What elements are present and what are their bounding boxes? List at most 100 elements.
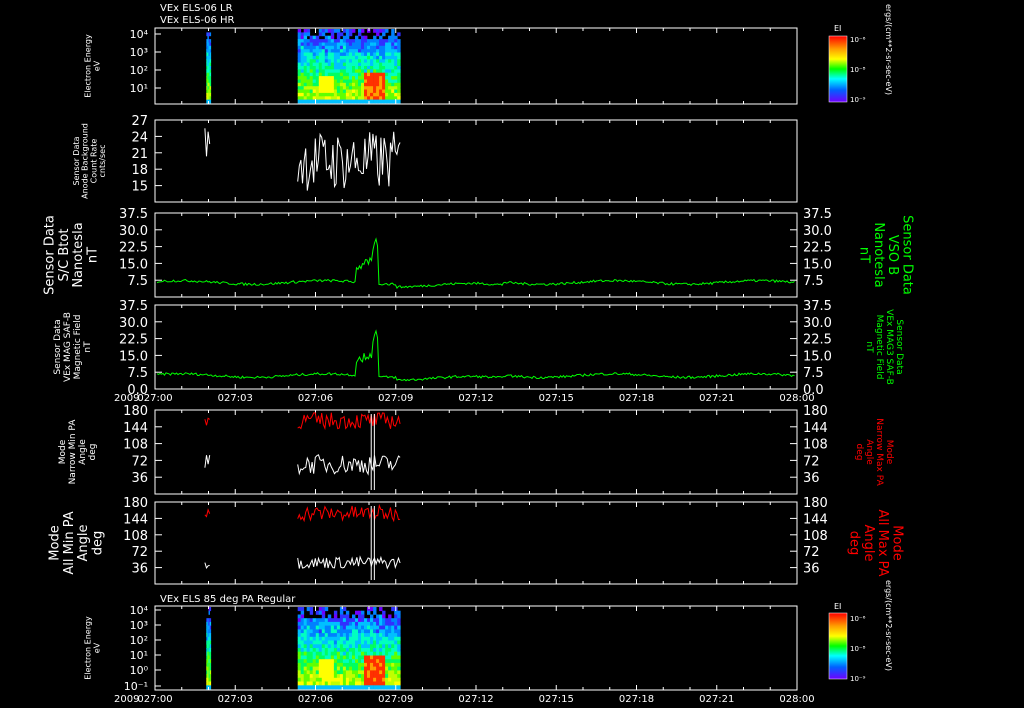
heatmap-cell-spectrogram-top-1-30-18 [388, 89, 392, 94]
heatmap-cell-spectrogram-top-1-0-3 [297, 39, 302, 43]
heatmap-cell-spectrogram-bottom-1-11-17 [330, 670, 335, 675]
heatmap-cell-spectrogram-bottom-1-2-13 [303, 655, 308, 660]
heatmap-cell-spectrogram-top-1-9-15 [324, 79, 329, 84]
heatmap-cell-spectrogram-bottom-1-7-5 [318, 625, 323, 630]
heatmap-cell-spectrogram-top-1-29-17 [385, 86, 389, 90]
heatmap-cell-spectrogram-top-1-21-18 [361, 89, 365, 94]
panel-spectrogram-top [154, 27, 798, 105]
heatmap-cell-spectrogram-top-1-30-21 [388, 99, 392, 104]
heatmap-cell-spectrogram-bottom-1-4-20 [309, 681, 314, 686]
heatmap-cell-spectrogram-top-1-14-3 [339, 39, 344, 43]
heatmap-cell-spectrogram-top-1-27-3 [379, 39, 383, 43]
heatmap-cell-spectrogram-top-1-7-21 [318, 99, 323, 104]
heatmap-cell-spectrogram-bottom-1-33-10 [397, 644, 401, 649]
heatmap-cell-spectrogram-bottom-1-28-3 [382, 618, 386, 623]
heatmap-cell-spectrogram-bottom-1-24-0 [370, 607, 374, 612]
heatmap-cell-spectrogram-top-1-10-6 [327, 49, 332, 53]
heatmap-cell-spectrogram-top-1-30-16 [388, 82, 392, 87]
heatmap-cell-spectrogram-top-1-12-3 [333, 39, 338, 43]
heatmap-cell-spectrogram-bottom-1-5-15 [312, 662, 317, 667]
heatmap-cell-spectrogram-bottom-1-33-3 [397, 618, 401, 623]
heatmap-cell-spectrogram-top-0-3-16 [209, 82, 212, 87]
heatmap-cell-spectrogram-bottom-1-28-7 [382, 633, 386, 638]
heatmap-cell-spectrogram-top-1-15-14 [342, 76, 347, 80]
heatmap-cell-spectrogram-bottom-1-20-1 [358, 610, 362, 615]
heatmap-cell-spectrogram-bottom-1-28-16 [382, 666, 386, 671]
heatmap-cell-spectrogram-top-1-10-18 [327, 89, 332, 94]
heatmap-cell-spectrogram-top-1-2-11 [303, 66, 308, 70]
heatmap-cell-spectrogram-bottom-1-30-10 [388, 644, 392, 649]
colorbar-top-tick-1: 10⁻⁸ [850, 66, 866, 74]
heatmap-cell-spectrogram-bottom-1-1-10 [300, 644, 305, 649]
heatmap-cell-spectrogram-bottom-1-16-17 [345, 670, 350, 675]
heatmap-cell-spectrogram-top-1-10-17 [327, 86, 332, 90]
heatmap-cell-spectrogram-bottom-0-3-13 [209, 655, 212, 660]
heatmap-cell-spectrogram-top-1-14-5 [339, 45, 344, 50]
heatmap-cell-spectrogram-top-1-20-21 [358, 99, 362, 104]
heatmap-cell-spectrogram-top-1-22-2 [364, 35, 368, 40]
heatmap-cell-spectrogram-top-1-13-17 [336, 86, 341, 90]
heatmap-cell-spectrogram-bottom-1-14-5 [339, 625, 344, 630]
heatmap-cell-spectrogram-bottom-1-10-19 [327, 677, 332, 682]
heatmap-cell-spectrogram-bottom-0-3-11 [209, 648, 212, 653]
heatmap-cell-spectrogram-top-1-20-11 [358, 66, 362, 70]
heatmap-cell-spectrogram-top-1-12-9 [333, 59, 338, 64]
heatmap-cell-spectrogram-bottom-1-16-21 [345, 685, 350, 690]
heatmap-cell-spectrogram-bottom-1-10-16 [327, 666, 332, 671]
heatmap-cell-spectrogram-bottom-1-20-21 [358, 685, 362, 690]
heatmap-cell-spectrogram-bottom-1-14-1 [339, 610, 344, 615]
heatmap-cell-spectrogram-top-0-3-5 [209, 45, 212, 50]
heatmap-cell-spectrogram-bottom-1-23-14 [367, 659, 371, 664]
heatmap-cell-spectrogram-top-1-16-9 [345, 59, 350, 64]
heatmap-cell-spectrogram-top-1-27-12 [379, 69, 383, 74]
heatmap-cell-spectrogram-bottom-1-15-6 [342, 629, 347, 634]
title-bottom: VEx ELS 85 deg PA Regular [160, 594, 296, 605]
heatmap-cell-spectrogram-bottom-1-9-21 [324, 685, 329, 690]
heatmap-cell-spectrogram-bottom-1-26-11 [376, 648, 380, 653]
heatmap-cell-spectrogram-bottom-0-3-18 [209, 674, 212, 679]
heatmap-cell-spectrogram-top-1-17-13 [348, 72, 353, 77]
heatmap-cell-spectrogram-top-1-28-0 [382, 29, 386, 33]
heatmap-cell-spectrogram-top-1-1-6 [300, 49, 305, 53]
heatmap-cell-spectrogram-top-1-32-16 [394, 82, 398, 87]
heatmap-cell-spectrogram-bottom-1-22-8 [364, 636, 368, 641]
heatmap-cell-spectrogram-bottom-1-15-7 [342, 633, 347, 638]
x-tick-label-mid-0: 027:00 [137, 393, 172, 404]
heatmap-cell-spectrogram-bottom-1-3-8 [306, 636, 311, 641]
heatmap-cell-spectrogram-top-1-7-0 [318, 29, 323, 33]
heatmap-cell-spectrogram-bottom-1-22-5 [364, 625, 368, 630]
heatmap-cell-spectrogram-top-1-18-13 [352, 72, 356, 77]
heatmap-cell-spectrogram-bottom-1-14-14 [339, 659, 344, 664]
heatmap-cell-spectrogram-top-1-11-4 [330, 42, 335, 47]
heatmap-cell-spectrogram-bottom-1-17-13 [348, 655, 353, 660]
heatmap-cell-spectrogram-bottom-1-22-6 [364, 629, 368, 634]
heatmap-cell-spectrogram-bottom-1-28-15 [382, 662, 386, 667]
heatmap-cell-spectrogram-bottom-1-30-17 [388, 670, 392, 675]
heatmap-cell-spectrogram-bottom-1-22-3 [364, 618, 368, 623]
heatmap-cell-spectrogram-bottom-1-30-8 [388, 636, 392, 641]
heatmap-cell-spectrogram-top-1-30-10 [388, 62, 392, 67]
heatmap-cell-spectrogram-top-1-16-5 [345, 45, 350, 50]
heatmap-cell-spectrogram-bottom-1-30-15 [388, 662, 392, 667]
heatmap-cell-spectrogram-top-1-27-14 [379, 76, 383, 80]
heatmap-cell-spectrogram-top-1-11-19 [330, 92, 335, 97]
heatmap-cell-spectrogram-top-1-25-8 [373, 55, 377, 60]
heatmap-cell-spectrogram-top-1-27-7 [379, 52, 383, 57]
heatmap-cell-spectrogram-bottom-1-23-20 [367, 681, 371, 686]
heatmap-cell-spectrogram-bottom-1-33-4 [397, 621, 401, 626]
heatmap-cell-spectrogram-top-1-14-7 [339, 52, 344, 57]
heatmap-cell-spectrogram-bottom-1-22-15 [364, 662, 368, 667]
heatmap-cell-spectrogram-bottom-1-1-16 [300, 666, 305, 671]
heatmap-cell-spectrogram-top-1-4-20 [309, 96, 314, 101]
heatmap-cell-spectrogram-top-1-28-19 [382, 92, 386, 97]
heatmap-cell-spectrogram-top-1-29-13 [385, 72, 389, 77]
heatmap-cell-spectrogram-bottom-1-4-12 [309, 651, 314, 656]
heatmap-cell-spectrogram-top-1-14-15 [339, 79, 344, 84]
heatmap-cell-spectrogram-top-1-25-7 [373, 52, 377, 57]
heatmap-cell-spectrogram-top-1-4-18 [309, 89, 314, 94]
heatmap-cell-spectrogram-top-1-3-3 [306, 39, 311, 43]
heatmap-cell-spectrogram-bottom-1-18-18 [352, 674, 356, 679]
heatmap-cell-spectrogram-top-1-12-5 [333, 45, 338, 50]
heatmap-cell-spectrogram-bottom-1-33-2 [397, 614, 401, 619]
heatmap-cell-spectrogram-top-1-18-9 [352, 59, 356, 64]
